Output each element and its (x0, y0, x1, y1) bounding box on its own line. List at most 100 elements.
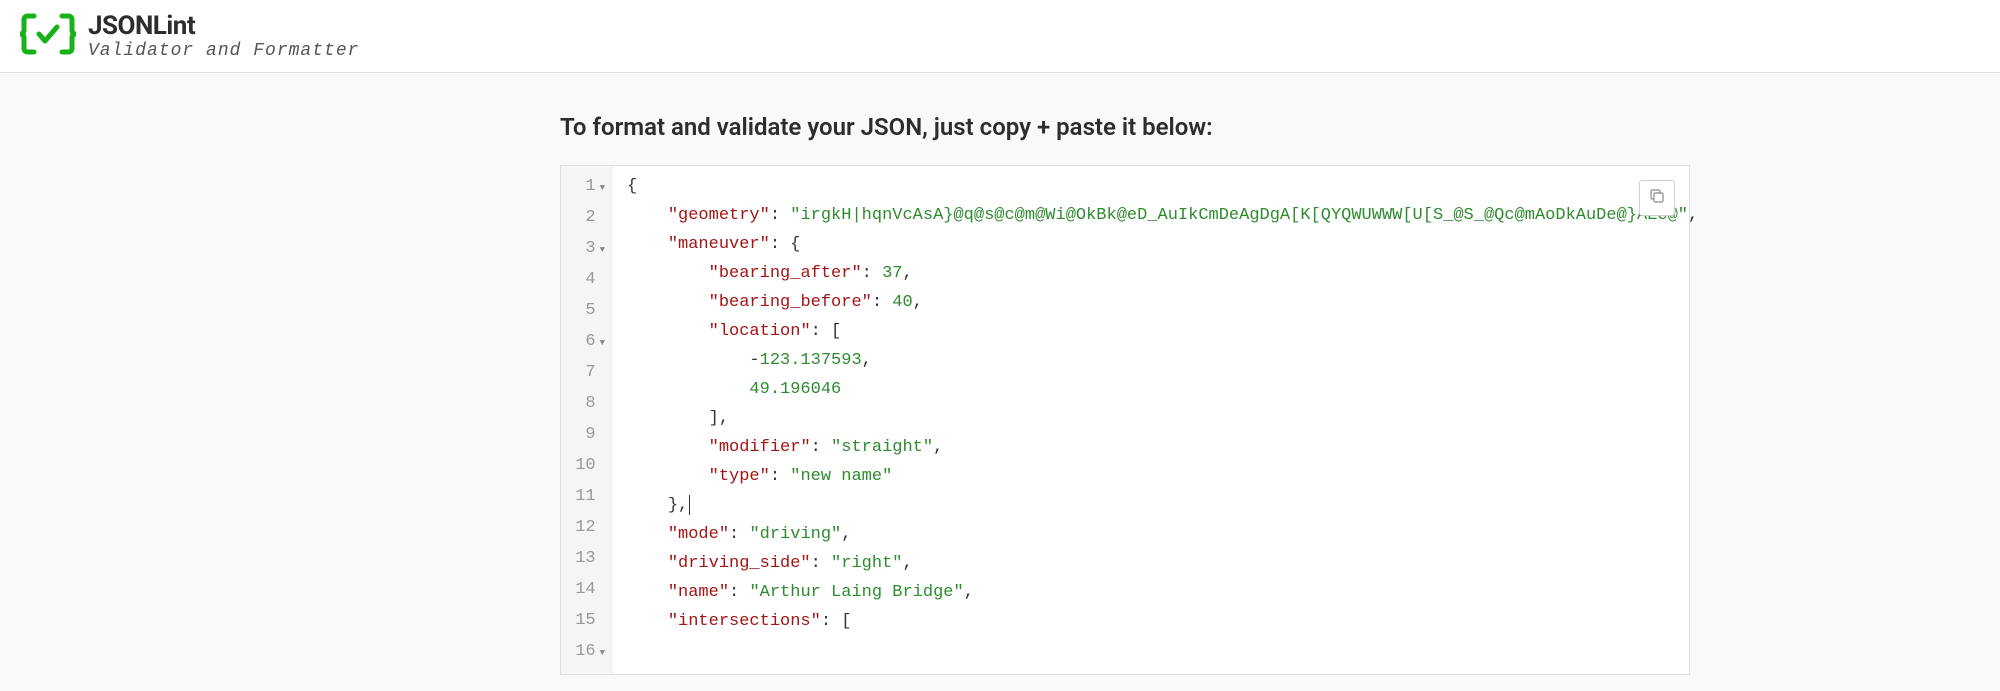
line-number: 10▼ (575, 451, 605, 482)
token-number: 40 (892, 293, 912, 312)
code-line[interactable]: "driving_side": "right", (627, 549, 1698, 578)
line-number: 2▼ (575, 203, 605, 234)
code-line[interactable]: 49.196046 (627, 375, 1698, 404)
instruction-text: To format and validate your JSON, just c… (560, 113, 1690, 141)
token-key: "geometry" (668, 206, 770, 225)
token-plain (627, 264, 709, 283)
token-key: "modifier" (709, 438, 811, 457)
line-number: 13▼ (575, 544, 605, 575)
line-number: 8▼ (575, 389, 605, 420)
token-string: "driving" (749, 525, 841, 544)
token-punct: : [ (821, 612, 852, 631)
token-punct: , (841, 525, 851, 544)
line-number: 5▼ (575, 296, 605, 327)
token-key: "location" (709, 322, 811, 341)
code-line[interactable]: "bearing_after": 37, (627, 259, 1698, 288)
token-punct: , (862, 351, 872, 370)
token-plain (627, 525, 668, 544)
token-punct: : (770, 206, 790, 225)
main-container: To format and validate your JSON, just c… (250, 73, 1750, 675)
token-key: "bearing_after" (709, 264, 862, 283)
token-plain (627, 554, 668, 573)
code-line[interactable]: "mode": "driving", (627, 520, 1698, 549)
brand-subtitle: Validator and Formatter (88, 41, 359, 61)
token-plain (627, 409, 709, 428)
token-key: "maneuver" (668, 235, 770, 254)
copy-button[interactable] (1639, 180, 1675, 216)
token-plain (627, 293, 709, 312)
token-string: "irgkH|hqnVcAsA}@q@s@c@m@Wi@OkBk@eD_AuIk… (790, 206, 1688, 225)
code-line[interactable]: -123.137593, (627, 346, 1698, 375)
token-punct: : (770, 467, 790, 486)
token-punct: : (729, 583, 749, 602)
code-line[interactable]: "intersections": [ (627, 607, 1698, 636)
code-line[interactable]: ], (627, 404, 1698, 433)
token-punct: - (749, 351, 759, 370)
copy-icon (1648, 187, 1666, 209)
token-string: "Arthur Laing Bridge" (749, 583, 963, 602)
token-punct: , (933, 438, 943, 457)
token-punct: : [ (811, 322, 842, 341)
logo-icon (20, 10, 76, 62)
line-number: 16▼ (575, 637, 605, 668)
token-plain (627, 496, 668, 515)
token-plain (627, 351, 749, 370)
token-punct: : (862, 264, 882, 283)
code-line[interactable]: { (627, 172, 1698, 201)
fold-marker-icon[interactable]: ▼ (600, 338, 605, 348)
token-key: "intersections" (668, 612, 821, 631)
token-punct: , (913, 293, 923, 312)
editor-wrapper: 1▼2▼3▼4▼5▼6▼7▼8▼9▼10▼11▼12▼13▼14▼15▼16▼ … (560, 165, 1690, 675)
token-plain (627, 235, 668, 254)
line-number: 3▼ (575, 234, 605, 265)
fold-marker-icon[interactable]: ▼ (600, 648, 605, 658)
token-number: 123.137593 (760, 351, 862, 370)
token-string: "right" (831, 554, 902, 573)
code-line[interactable]: "maneuver": { (627, 230, 1698, 259)
fold-marker-icon[interactable]: ▼ (600, 245, 605, 255)
line-number: 9▼ (575, 420, 605, 451)
line-number: 14▼ (575, 575, 605, 606)
token-plain (627, 583, 668, 602)
code-line[interactable]: "bearing_before": 40, (627, 288, 1698, 317)
token-string: "straight" (831, 438, 933, 457)
code-line[interactable]: "location": [ (627, 317, 1698, 346)
line-number: 7▼ (575, 358, 605, 389)
token-punct: , (1688, 206, 1698, 225)
code-area[interactable]: { "geometry": "irgkH|hqnVcAsA}@q@s@c@m@W… (613, 166, 1712, 674)
app-header: JSONLint Validator and Formatter (0, 0, 2000, 73)
token-punct: }, (668, 496, 688, 515)
line-number: 6▼ (575, 327, 605, 358)
json-editor[interactable]: 1▼2▼3▼4▼5▼6▼7▼8▼9▼10▼11▼12▼13▼14▼15▼16▼ … (561, 166, 1689, 674)
token-number: 49.196046 (749, 380, 841, 399)
code-line[interactable]: }, (627, 491, 1698, 520)
token-key: "bearing_before" (709, 293, 872, 312)
code-line[interactable]: "geometry": "irgkH|hqnVcAsA}@q@s@c@m@Wi@… (627, 201, 1698, 230)
fold-marker-icon[interactable]: ▼ (600, 183, 605, 193)
text-cursor (689, 495, 690, 515)
token-string: "new name" (790, 467, 892, 486)
token-plain (627, 206, 668, 225)
code-line[interactable]: "modifier": "straight", (627, 433, 1698, 462)
brand-title: JSONLint (88, 11, 359, 41)
line-number: 11▼ (575, 482, 605, 513)
token-punct: : (729, 525, 749, 544)
line-gutter: 1▼2▼3▼4▼5▼6▼7▼8▼9▼10▼11▼12▼13▼14▼15▼16▼ (561, 166, 613, 674)
line-number: 4▼ (575, 265, 605, 296)
token-plain (627, 467, 709, 486)
token-key: "name" (668, 583, 729, 602)
code-line[interactable]: "name": "Arthur Laing Bridge", (627, 578, 1698, 607)
token-plain (627, 322, 709, 341)
token-punct: : (872, 293, 892, 312)
token-plain (627, 438, 709, 457)
token-punct: , (902, 554, 912, 573)
token-punct: ], (709, 409, 729, 428)
token-punct: { (627, 177, 637, 196)
token-number: 37 (882, 264, 902, 283)
brand-text: JSONLint Validator and Formatter (88, 11, 359, 61)
line-number: 12▼ (575, 513, 605, 544)
code-line[interactable]: "type": "new name" (627, 462, 1698, 491)
token-punct: : (811, 554, 831, 573)
token-plain (627, 612, 668, 631)
line-number: 1▼ (575, 172, 605, 203)
